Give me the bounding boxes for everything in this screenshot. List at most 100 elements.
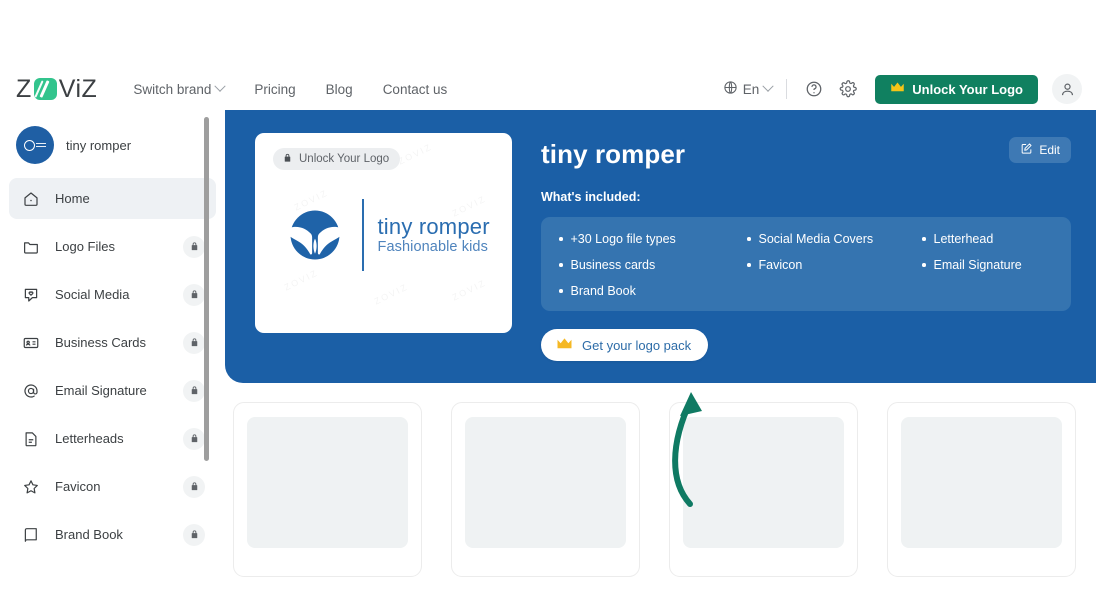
sidebar-brand-name: tiny romper xyxy=(66,137,132,153)
header-actions: En Unlock Your Logo xyxy=(723,74,1082,104)
feature-label: Social Media Covers xyxy=(758,232,874,246)
sidebar-label-business-cards: Business Cards xyxy=(55,335,147,350)
edit-pencil-icon xyxy=(1020,142,1033,158)
unlock-your-logo-button[interactable]: Unlock Your Logo xyxy=(875,74,1038,104)
feature-label: Business cards xyxy=(570,258,656,272)
globe-icon xyxy=(723,80,738,98)
top-header: Z ViZ Switch brand Pricing Blog Contact … xyxy=(0,68,1096,110)
sidebar-item-favicon[interactable]: Favicon xyxy=(9,466,216,507)
logo-brand-tagline: Fashionable kids xyxy=(377,238,488,255)
id-card-icon xyxy=(21,333,41,353)
sidebar-item-letterheads[interactable]: Letterheads xyxy=(9,418,216,459)
sidebar-label-email-signature: Email Signature xyxy=(55,383,147,398)
language-selector[interactable]: En xyxy=(723,80,774,98)
asset-cards-row xyxy=(233,402,1076,577)
lock-icon xyxy=(183,379,205,402)
crown-icon xyxy=(890,81,905,97)
feature-item: +30 Logo file types xyxy=(559,232,747,246)
page-title: tiny romper xyxy=(541,139,686,169)
lock-icon xyxy=(183,475,205,498)
logo-mark-icon xyxy=(33,78,57,100)
sidebar-label-letterheads: Letterheads xyxy=(55,431,124,446)
asset-card-placeholder[interactable] xyxy=(669,402,858,577)
hero-panel: ZOVIZ ZOVIZ ZOVIZ ZOVIZ ZOVIZ ZOVIZ Unlo… xyxy=(225,110,1096,383)
zoviz-logo[interactable]: Z ViZ xyxy=(12,74,98,103)
sidebar-item-logo-files[interactable]: Logo Files xyxy=(9,226,216,267)
sidebar-item-social-media[interactable]: Social Media xyxy=(9,274,216,315)
unlock-button-label: Unlock Your Logo xyxy=(912,81,1023,97)
user-avatar-icon[interactable] xyxy=(1052,74,1082,104)
asset-card-placeholder[interactable] xyxy=(451,402,640,577)
main-nav: Switch brand Pricing Blog Contact us xyxy=(133,80,448,97)
sidebar-label-logo-files: Logo Files xyxy=(55,239,115,254)
lock-icon xyxy=(183,427,205,450)
sidebar-item-business-cards[interactable]: Business Cards xyxy=(9,322,216,363)
lock-icon xyxy=(183,235,205,258)
nav-item-pricing[interactable]: Pricing xyxy=(254,82,295,97)
asset-card-placeholder[interactable] xyxy=(887,402,1076,577)
help-circle-icon[interactable] xyxy=(801,76,827,102)
bullet-dot-icon xyxy=(559,289,563,293)
at-sign-icon xyxy=(21,381,41,401)
lock-icon xyxy=(183,523,205,546)
brand-avatar xyxy=(16,126,54,164)
crown-icon xyxy=(556,337,573,354)
feature-label: +30 Logo file types xyxy=(570,232,676,246)
nav-item-blog[interactable]: Blog xyxy=(326,82,353,97)
asset-card-placeholder[interactable] xyxy=(233,402,422,577)
nav-item-switch-brand[interactable]: Switch brand xyxy=(133,80,227,97)
lock-icon xyxy=(183,283,205,306)
bullet-dot-icon xyxy=(922,263,926,267)
watermark: ZOVIZ xyxy=(283,268,320,293)
sidebar-label-favicon: Favicon xyxy=(55,479,101,494)
wing-emblem-icon xyxy=(279,199,351,271)
gear-icon[interactable] xyxy=(835,76,861,102)
bullet-dot-icon xyxy=(559,263,563,267)
unlock-pill-label: Unlock Your Logo xyxy=(299,153,390,165)
book-icon xyxy=(21,525,41,545)
top-blank-area xyxy=(0,0,1096,68)
folder-icon xyxy=(21,237,41,257)
sidebar-item-brand-book[interactable]: Brand Book xyxy=(9,514,216,555)
sidebar-label-brand-book: Brand Book xyxy=(55,527,123,542)
chevron-down-icon xyxy=(762,80,774,92)
logo-preview-card[interactable]: ZOVIZ ZOVIZ ZOVIZ ZOVIZ ZOVIZ ZOVIZ Unlo… xyxy=(255,133,512,333)
sidebar-label-home: Home xyxy=(55,191,90,206)
sidebar-item-email-signature[interactable]: Email Signature xyxy=(9,370,216,411)
pack-button-label: Get your logo pack xyxy=(582,337,692,353)
features-panel: +30 Logo file types Social Media Covers … xyxy=(541,217,1071,311)
feature-item: Brand Book xyxy=(559,284,747,298)
document-icon xyxy=(21,429,41,449)
header-divider xyxy=(786,79,788,99)
nav-item-contact-us[interactable]: Contact us xyxy=(383,82,448,97)
whats-included-label: What's included: xyxy=(541,190,641,204)
lock-icon xyxy=(282,152,293,167)
lock-icon xyxy=(183,331,205,354)
sidebar: tiny romper Home Logo Files Social Media… xyxy=(0,110,225,616)
shield-heart-icon xyxy=(21,285,41,305)
watermark: ZOVIZ xyxy=(451,278,488,303)
feature-item: Social Media Covers xyxy=(747,232,922,246)
get-your-logo-pack-button[interactable]: Get your logo pack xyxy=(541,329,709,361)
nav-label-switch-brand: Switch brand xyxy=(133,81,212,97)
bullet-dot-icon xyxy=(922,237,926,241)
feature-item: Business cards xyxy=(559,258,747,272)
edit-button[interactable]: Edit xyxy=(1009,137,1071,163)
watermark: ZOVIZ xyxy=(373,282,410,307)
language-label: En xyxy=(742,81,760,97)
sidebar-scrollbar[interactable] xyxy=(204,117,209,461)
logo-letters-viz: ViZ xyxy=(58,74,98,103)
logo-brand-name: tiny romper xyxy=(377,213,490,239)
sidebar-item-home[interactable]: Home xyxy=(9,178,216,219)
unlock-your-logo-pill[interactable]: Unlock Your Logo xyxy=(273,148,401,170)
feature-label: Email Signature xyxy=(933,258,1022,272)
feature-label: Brand Book xyxy=(570,284,636,298)
bullet-dot-icon xyxy=(747,263,751,267)
sidebar-brand[interactable]: tiny romper xyxy=(0,120,225,178)
logo-divider xyxy=(362,199,364,271)
feature-label: Favicon xyxy=(758,258,803,272)
feature-label: Letterhead xyxy=(933,232,994,246)
feature-item: Letterhead xyxy=(922,232,1053,246)
edit-button-label: Edit xyxy=(1039,143,1060,157)
main-content: ZOVIZ ZOVIZ ZOVIZ ZOVIZ ZOVIZ ZOVIZ Unlo… xyxy=(225,110,1096,616)
